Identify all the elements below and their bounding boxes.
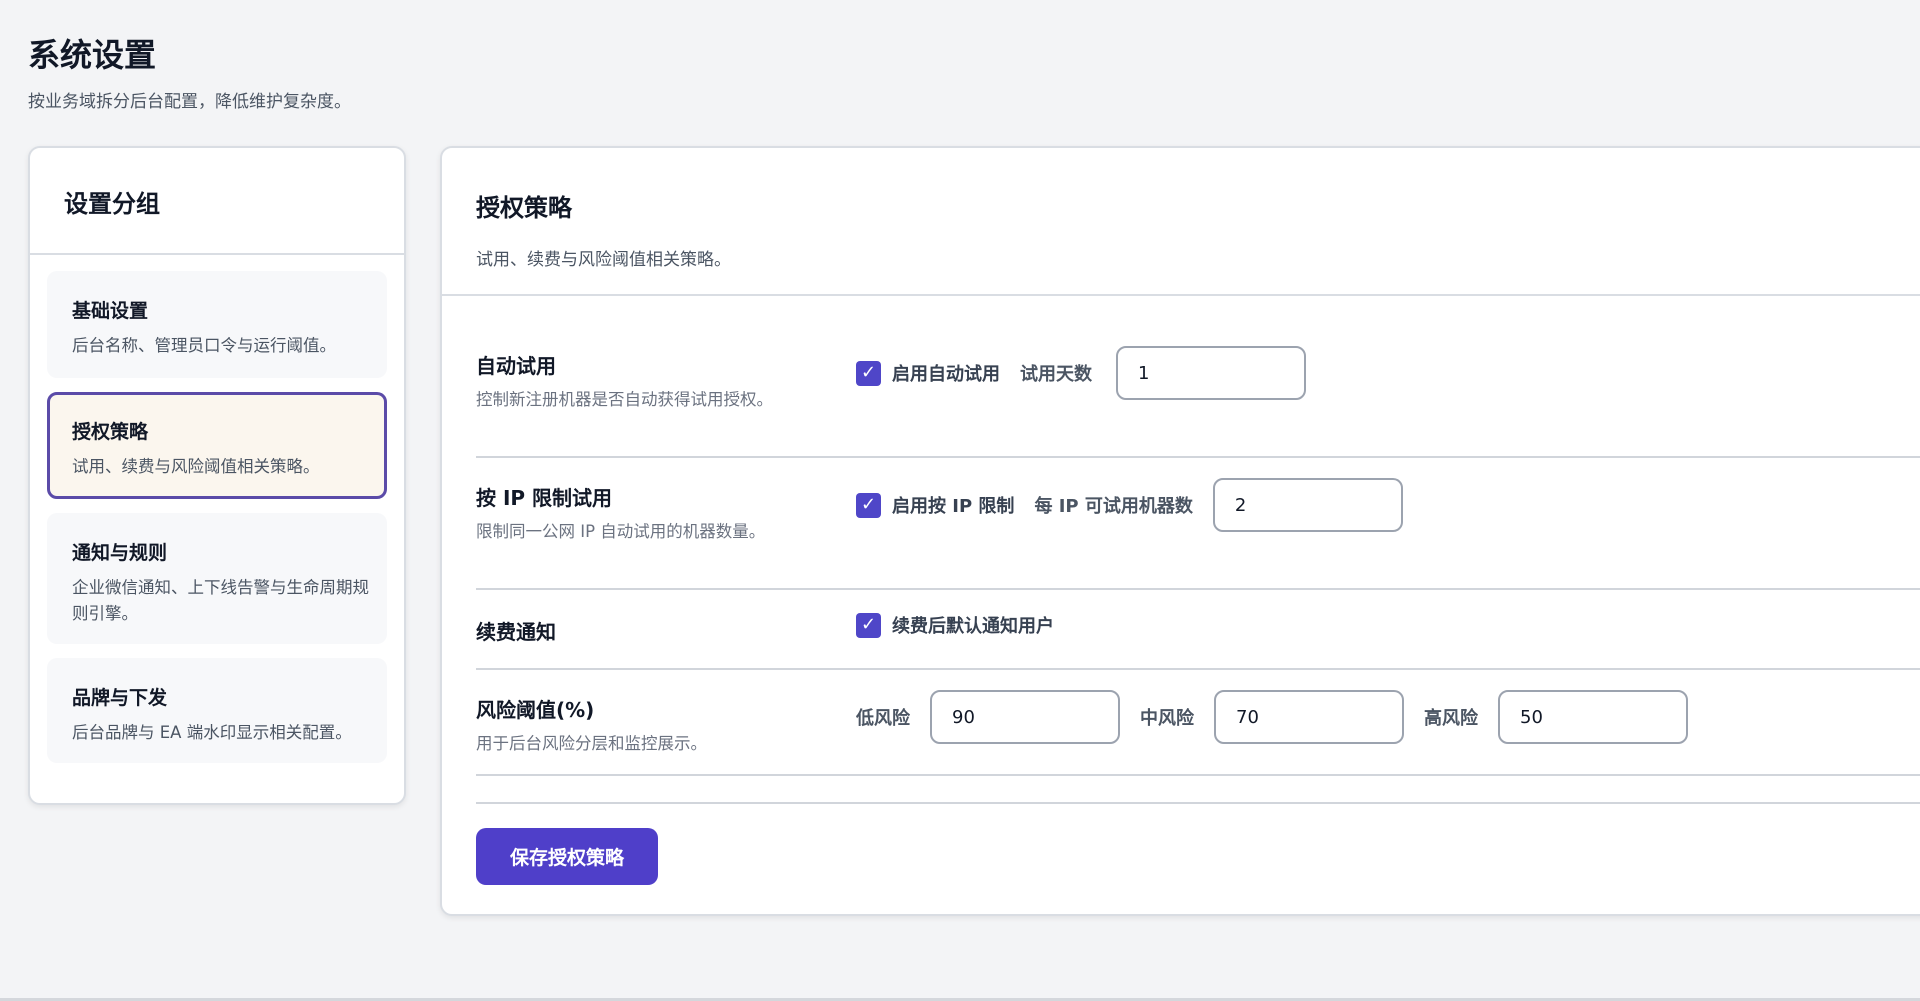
auto-trial-title: 自动试用 [476, 354, 556, 378]
trial-days-input[interactable] [1116, 346, 1306, 400]
renew-notice-row: 续费通知 ✓ 续费后默认通知用户 [476, 590, 1920, 670]
sidebar-item-desc: 后台品牌与 EA 端水印显示相关配置。 [72, 723, 352, 742]
page-title: 系统设置 [28, 36, 157, 74]
ip-limit-controls: ✓ 启用按 IP 限制 每 IP 可试用机器数 [856, 478, 1403, 532]
sidebar-item-brand-distribution[interactable]: 品牌与下发 后台品牌与 EA 端水印显示相关配置。 [47, 658, 387, 763]
auto-trial-checkbox-label: 启用自动试用 [892, 364, 1000, 385]
ip-limit-desc: 限制同一公网 IP 自动试用的机器数量。 [476, 522, 766, 541]
page-subtitle: 按业务域拆分后台配置，降低维护复杂度。 [28, 92, 351, 112]
panel-title: 授权策略 [476, 194, 572, 222]
renew-notice-checkbox-label: 续费后默认通知用户 [892, 616, 1054, 637]
policy-rows: 自动试用 控制新注册机器是否自动获得试用授权。 ✓ 启用自动试用 试用天数 按 … [476, 296, 1920, 776]
sidebar-item-title: 基础设置 [72, 300, 149, 322]
risk-threshold-row: 风险阈值(%) 用于后台风险分层和监控展示。 低风险 中风险 高风险 [476, 670, 1920, 776]
save-license-policy-button[interactable]: 保存授权策略 [476, 828, 658, 885]
checkbox-checked-icon[interactable]: ✓ [856, 492, 881, 518]
settings-group-sidebar: 设置分组 基础设置 后台名称、管理员口令与运行阈值。 授权策略 试用、续费与风险… [28, 146, 406, 805]
ip-limit-checkbox[interactable]: ✓ 启用按 IP 限制 [856, 492, 1014, 518]
panel-subtitle: 试用、续费与风险阈值相关策略。 [476, 250, 731, 270]
panel-header: 授权策略 试用、续费与风险阈值相关策略。 [442, 148, 1920, 296]
sidebar-item-desc: 后台名称、管理员口令与运行阈值。 [72, 336, 336, 355]
trial-days-label: 试用天数 [1020, 364, 1092, 385]
sidebar-item-license-policy[interactable]: 授权策略 试用、续费与风险阈值相关策略。 [47, 392, 387, 499]
sidebar-item-notification-rules[interactable]: 通知与规则 企业微信通知、上下线告警与生命周期规则引擎。 [47, 513, 387, 644]
renew-notice-label: 续费通知 [476, 616, 786, 645]
ip-limit-row: 按 IP 限制试用 限制同一公网 IP 自动试用的机器数量。 ✓ 启用按 IP … [476, 458, 1920, 590]
ip-limit-label: 按 IP 限制试用 限制同一公网 IP 自动试用的机器数量。 [476, 482, 786, 545]
license-policy-panel: 授权策略 试用、续费与风险阈值相关策略。 自动试用 控制新注册机器是否自动获得试… [440, 146, 1920, 916]
sidebar-header: 设置分组 [30, 148, 404, 255]
risk-threshold-title: 风险阈值(%) [476, 698, 595, 722]
sidebar-title: 设置分组 [64, 190, 160, 218]
ip-limit-checkbox-label: 启用按 IP 限制 [892, 496, 1015, 517]
auto-trial-checkbox[interactable]: ✓ 启用自动试用 [856, 360, 1000, 386]
sidebar-item-title: 品牌与下发 [72, 687, 168, 709]
form-footer-divider [476, 802, 1920, 804]
sidebar-item-title: 通知与规则 [72, 542, 168, 564]
risk-threshold-label: 风险阈值(%) 用于后台风险分层和监控展示。 [476, 694, 786, 757]
auto-trial-row: 自动试用 控制新注册机器是否自动获得试用授权。 ✓ 启用自动试用 试用天数 [476, 296, 1920, 458]
sidebar-item-title: 授权策略 [72, 421, 149, 443]
checkbox-checked-icon[interactable]: ✓ [856, 612, 881, 638]
sidebar-item-desc: 企业微信通知、上下线告警与生命周期规则引擎。 [72, 578, 369, 623]
auto-trial-desc: 控制新注册机器是否自动获得试用授权。 [476, 390, 773, 409]
renew-notice-checkbox[interactable]: ✓ 续费后默认通知用户 [856, 612, 1054, 638]
ip-machine-count-input[interactable] [1212, 478, 1403, 532]
renew-notice-controls: ✓ 续费后默认通知用户 [856, 612, 1054, 638]
risk-threshold-controls: 低风险 中风险 高风险 [856, 690, 1688, 744]
low-risk-label: 低风险 [856, 708, 910, 729]
low-risk-input[interactable] [930, 690, 1120, 744]
mid-risk-label: 中风险 [1140, 708, 1194, 729]
settings-page: 系统设置 按业务域拆分后台配置，降低维护复杂度。 设置分组 基础设置 后台名称、… [0, 0, 1920, 1001]
high-risk-label: 高风险 [1424, 708, 1478, 729]
auto-trial-controls: ✓ 启用自动试用 试用天数 [856, 346, 1306, 400]
sidebar-item-desc: 试用、续费与风险阈值相关策略。 [72, 457, 320, 476]
sidebar-item-basic[interactable]: 基础设置 后台名称、管理员口令与运行阈值。 [47, 271, 387, 378]
auto-trial-label: 自动试用 控制新注册机器是否自动获得试用授权。 [476, 350, 786, 413]
ip-limit-title: 按 IP 限制试用 [476, 486, 613, 510]
sidebar-list: 基础设置 后台名称、管理员口令与运行阈值。 授权策略 试用、续费与风险阈值相关策… [30, 255, 404, 763]
risk-threshold-desc: 用于后台风险分层和监控展示。 [476, 734, 707, 753]
ip-machine-count-label: 每 IP 可试用机器数 [1034, 496, 1193, 517]
renew-notice-title: 续费通知 [476, 620, 556, 644]
high-risk-input[interactable] [1498, 690, 1688, 744]
mid-risk-input[interactable] [1214, 690, 1404, 744]
checkbox-checked-icon[interactable]: ✓ [856, 360, 881, 386]
